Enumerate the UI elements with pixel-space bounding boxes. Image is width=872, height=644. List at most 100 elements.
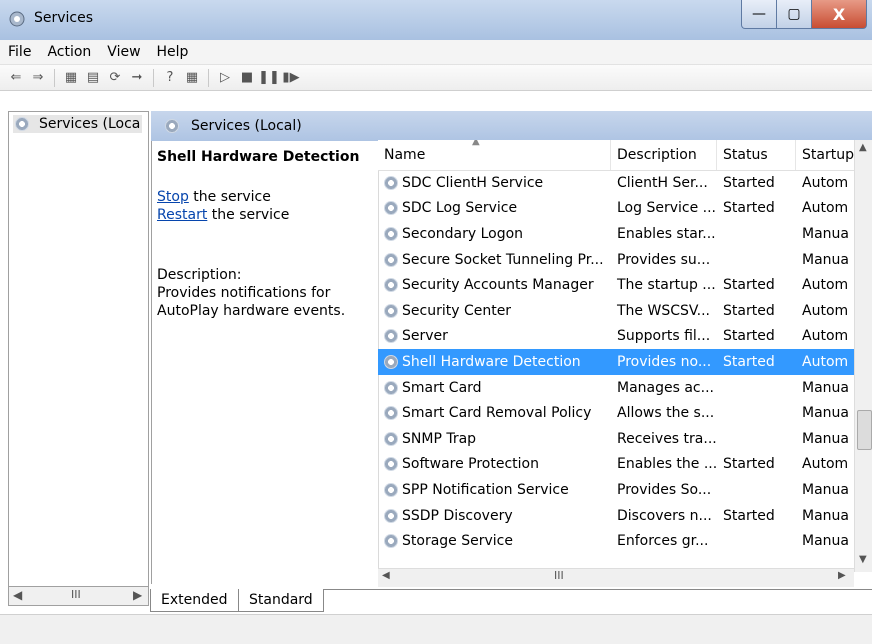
show-action-pane-icon[interactable]: ▦ xyxy=(182,68,202,88)
cell-text: Secure Socket Tunneling Pr... xyxy=(402,251,604,268)
column-header-name[interactable]: Name ▲ xyxy=(378,140,611,170)
tab-standard[interactable]: Standard xyxy=(238,589,324,612)
menu-help[interactable]: Help xyxy=(149,44,197,60)
minimize-button[interactable]: — xyxy=(741,0,777,29)
service-gear-icon xyxy=(384,278,398,293)
column-header-name-label: Name xyxy=(384,147,426,163)
menu-file[interactable]: File xyxy=(0,44,39,60)
service-gear-icon xyxy=(384,406,398,421)
start-service-icon[interactable]: ▷ xyxy=(215,68,235,88)
list-horizontal-scrollbar[interactable]: ◀ III ▶ xyxy=(378,568,854,587)
cell-text: Autom xyxy=(802,353,849,370)
table-row[interactable]: Secure Socket Tunneling Pr... Provides su… xyxy=(378,247,854,273)
table-row[interactable]: Security Center The WSCSV... Started Autom xyxy=(378,298,854,324)
column-header-description[interactable]: Description xyxy=(611,140,717,170)
cell-text: Log Service ... xyxy=(617,200,716,217)
cell-name: SDC ClientH Service xyxy=(378,170,611,196)
forward-arrow-icon[interactable]: ⇒ xyxy=(28,68,48,88)
table-row[interactable]: Smart Card Manages ac... Manua xyxy=(378,375,854,401)
services-rows: SDC ClientH Service ClientH Ser... Started… xyxy=(378,170,854,554)
show-hide-console-tree-icon[interactable]: ▦ xyxy=(61,68,81,88)
table-row[interactable]: Secondary Logon Enables star... Manua xyxy=(378,221,854,247)
table-row[interactable]: SSDP Discovery Discovers n... Started Manua xyxy=(378,503,854,529)
scroll-grip[interactable]: III xyxy=(554,569,564,582)
menu-view[interactable]: View xyxy=(99,44,148,60)
cell-text: Storage Service xyxy=(402,533,513,550)
properties-icon[interactable]: ▤ xyxy=(83,68,103,88)
cell-text: Started xyxy=(723,328,775,345)
cell-name: Smart Card xyxy=(378,375,611,401)
scroll-left-arrow-icon[interactable]: ◀ xyxy=(13,588,22,602)
table-row[interactable]: SPP Notification Service Provides So... Ma… xyxy=(378,477,854,503)
cell-text: Server xyxy=(402,328,448,345)
cell-text: SSDP Discovery xyxy=(402,507,513,524)
service-gear-icon xyxy=(384,534,398,549)
column-header-status[interactable]: Status xyxy=(717,140,796,170)
vertical-scroll-thumb[interactable] xyxy=(857,410,872,450)
cell-description: The WSCSV... xyxy=(611,298,717,324)
cell-description: Manages ac... xyxy=(611,375,717,401)
cell-text: The WSCSV... xyxy=(617,302,711,319)
cell-text: Manua xyxy=(802,533,849,550)
cell-name: Security Accounts Manager xyxy=(378,272,611,298)
cell-description: The startup ... xyxy=(611,272,717,298)
tree-horizontal-scrollbar[interactable]: ◀ III ▶ xyxy=(8,586,149,606)
resume-service-icon[interactable]: ▮▶ xyxy=(281,68,301,88)
cell-startup: Manua xyxy=(796,426,854,452)
cell-description: Receives tra... xyxy=(611,426,717,452)
cell-name: Shell Hardware Detection xyxy=(378,349,611,375)
cell-startup: Manua xyxy=(796,375,854,401)
cell-text: Manua xyxy=(802,379,849,396)
services-icon xyxy=(15,117,29,131)
menu-action[interactable]: Action xyxy=(39,44,99,60)
cell-text: SDC ClientH Service xyxy=(402,174,544,191)
service-gear-icon xyxy=(384,508,398,523)
scroll-left-arrow-icon[interactable]: ◀ xyxy=(382,570,390,581)
scroll-grip[interactable]: III xyxy=(71,588,81,601)
help-icon[interactable]: ? xyxy=(160,68,180,88)
table-row[interactable]: Server Supports fil... Started Autom xyxy=(378,324,854,350)
cell-status: Started xyxy=(717,170,796,196)
cell-text: Secondary Logon xyxy=(402,225,524,242)
cell-startup: Autom xyxy=(796,272,854,298)
cell-text: Autom xyxy=(802,200,849,217)
column-header-startup[interactable]: Startup xyxy=(796,140,854,170)
cell-status xyxy=(717,375,796,401)
back-arrow-icon[interactable]: ⇐ xyxy=(6,68,26,88)
cell-text: Allows the s... xyxy=(617,405,715,422)
table-row[interactable]: SDC Log Service Log Service ... Started Aut… xyxy=(378,196,854,222)
export-list-icon[interactable]: ➞ xyxy=(127,68,147,88)
table-row[interactable]: SDC ClientH Service ClientH Ser... Started… xyxy=(378,170,854,196)
table-row[interactable]: Storage Service Enforces gr... Manua xyxy=(378,528,854,554)
refresh-icon[interactable]: ⟳ xyxy=(105,68,125,88)
stop-service-link[interactable]: Stop xyxy=(157,189,189,205)
cell-description: ClientH Ser... xyxy=(611,170,717,196)
table-row[interactable]: Security Accounts Manager The startup ...… xyxy=(378,272,854,298)
cell-text: Supports fil... xyxy=(617,328,711,345)
table-row[interactable]: Software Protection Enables the ... Starte… xyxy=(378,452,854,478)
cell-status xyxy=(717,426,796,452)
cell-startup: Autom xyxy=(796,452,854,478)
tree-item-services-local[interactable]: Services (Loca xyxy=(13,115,143,133)
pause-service-icon[interactable]: ❚❚ xyxy=(258,68,280,88)
scroll-right-arrow-icon[interactable]: ▶ xyxy=(133,588,142,602)
scroll-right-arrow-icon[interactable]: ▶ xyxy=(838,570,846,581)
cell-name: Smart Card Removal Policy xyxy=(378,400,611,426)
selected-service-name: Shell Hardware Detection xyxy=(157,149,360,165)
scroll-up-arrow-icon[interactable]: ▲ xyxy=(859,142,867,153)
cell-status: Started xyxy=(717,272,796,298)
stop-service-icon[interactable]: ■ xyxy=(237,68,257,88)
table-row[interactable]: Shell Hardware Detection Provides no... St… xyxy=(378,349,854,375)
services-icon xyxy=(165,119,179,133)
cell-text: Autom xyxy=(802,328,849,345)
scroll-down-arrow-icon[interactable]: ▼ xyxy=(859,554,867,565)
tab-extended[interactable]: Extended xyxy=(150,589,239,612)
table-row[interactable]: SNMP Trap Receives tra... Manua xyxy=(378,426,854,452)
table-row[interactable]: Smart Card Removal Policy Allows the s...… xyxy=(378,400,854,426)
maximize-button[interactable]: ▢ xyxy=(776,0,812,29)
list-vertical-scrollbar[interactable]: ▲ ▼ xyxy=(854,140,872,572)
close-button[interactable]: X xyxy=(811,0,867,29)
restart-service-link[interactable]: Restart xyxy=(157,207,207,223)
view-tabs: Extended Standard xyxy=(150,589,872,612)
cell-text: Software Protection xyxy=(402,456,539,473)
